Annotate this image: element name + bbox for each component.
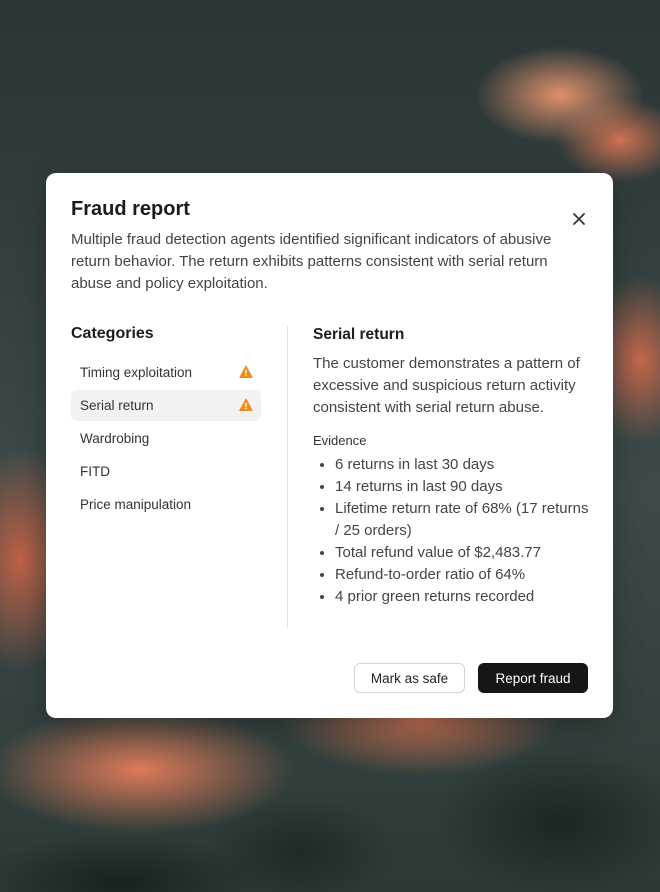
report-fraud-button[interactable]: Report fraud <box>478 663 588 693</box>
evidence-label: Evidence <box>313 433 367 448</box>
evidence-list: 6 returns in last 30 days 14 returns in … <box>313 454 593 608</box>
detail-description: The customer demonstrates a pattern of e… <box>313 355 580 416</box>
evidence-item: 4 prior green returns recorded <box>335 586 593 608</box>
category-label: Timing exploitation <box>80 365 193 380</box>
category-item-fitd[interactable]: FITD <box>71 456 261 487</box>
warning-icon <box>239 398 253 411</box>
category-label: Serial return <box>80 398 154 413</box>
category-detail-panel: Serial return The customer demonstrates … <box>313 326 593 608</box>
evidence-item: Total refund value of $2,483.77 <box>335 542 593 564</box>
categories-heading: Categories <box>71 325 154 342</box>
evidence-item: 6 returns in last 30 days <box>335 454 593 476</box>
category-item-price-manipulation[interactable]: Price manipulation <box>71 489 261 520</box>
categories-panel: Categories Timing exploitation Serial re… <box>71 325 261 522</box>
detail-title: Serial return <box>313 326 405 343</box>
modal-description: Multiple fraud detection agents identifi… <box>71 231 552 292</box>
fraud-report-modal: Fraud report Multiple fraud detection ag… <box>46 173 613 718</box>
category-label: Wardrobing <box>80 431 150 446</box>
category-item-wardrobing[interactable]: Wardrobing <box>71 423 261 454</box>
evidence-item: Refund-to-order ratio of 64% <box>335 564 593 586</box>
warning-icon <box>239 365 253 378</box>
panel-divider <box>287 326 288 628</box>
category-label: FITD <box>80 464 110 479</box>
category-item-timing-exploitation[interactable]: Timing exploitation <box>71 357 261 388</box>
modal-title: Fraud report <box>71 198 190 220</box>
background-foliage <box>0 702 660 892</box>
evidence-item: Lifetime return rate of 68% (17 returns … <box>335 498 593 542</box>
category-item-serial-return[interactable]: Serial return <box>71 390 261 421</box>
mark-as-safe-button[interactable]: Mark as safe <box>354 663 465 693</box>
category-label: Price manipulation <box>80 497 192 512</box>
modal-actions: Mark as safe Report fraud <box>354 663 588 693</box>
evidence-item: 14 returns in last 90 days <box>335 476 593 498</box>
